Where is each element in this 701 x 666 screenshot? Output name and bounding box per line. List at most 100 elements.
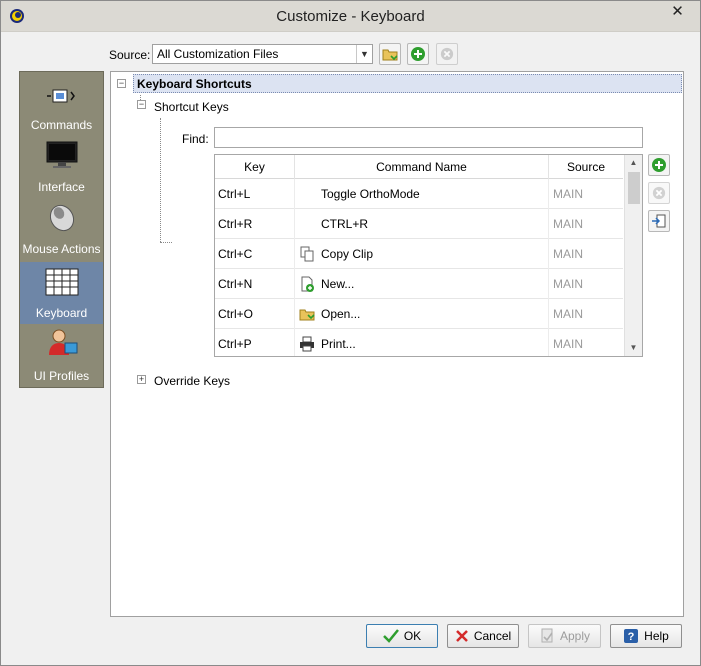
cell-command: Print... <box>295 329 549 356</box>
copy-shortcut-button[interactable] <box>648 210 670 232</box>
monitor-icon <box>46 141 78 168</box>
nav-label-keyboard: Keyboard <box>35 306 88 320</box>
cell-command-text: Print... <box>321 337 356 351</box>
source-dropdown[interactable]: All Customization Files ▼ <box>152 44 373 64</box>
table-row[interactable]: Ctrl+C Copy Clip MAIN <box>215 239 623 269</box>
table-row[interactable]: Ctrl+R CTRL+R MAIN <box>215 209 623 239</box>
cell-command: Copy Clip <box>295 239 549 269</box>
table-header: Key Command Name Source <box>215 155 623 179</box>
help-button[interactable]: ? Help <box>610 624 682 648</box>
cancel-label: Cancel <box>473 629 512 643</box>
nav-label-ui-profiles: UI Profiles <box>33 369 90 383</box>
shortcut-keys-table: Key Command Name Source Ctrl+L Toggle Or… <box>214 154 643 357</box>
cancel-x-icon <box>455 630 468 642</box>
cell-key: Ctrl+L <box>215 179 295 209</box>
cell-command: CTRL+R <box>295 209 549 239</box>
tree-node-override-keys[interactable]: Override Keys <box>154 374 230 388</box>
collapse-toggle-keyboard-shortcuts[interactable]: − <box>117 79 126 88</box>
source-label: Source: <box>109 48 151 62</box>
source-selected-value: All Customization Files <box>157 47 279 61</box>
nav-label-interface: Interface <box>38 180 85 194</box>
find-input[interactable] <box>214 127 643 148</box>
cell-command: Toggle OrthoMode <box>295 179 549 209</box>
remove-shortcut-button[interactable] <box>648 182 670 204</box>
printer-icon <box>300 336 314 352</box>
copy-icon <box>300 246 314 262</box>
collapse-toggle-shortcut-keys[interactable]: − <box>137 100 146 109</box>
cell-command-text: Copy Clip <box>321 247 374 261</box>
remove-icon <box>440 47 454 61</box>
cell-source: MAIN <box>553 307 583 321</box>
table-row[interactable]: Ctrl+L Toggle OrthoMode MAIN <box>215 179 623 209</box>
nav-label-mouse-actions: Mouse Actions <box>22 242 101 256</box>
cell-source: MAIN <box>553 247 583 261</box>
nav-item-mouse-actions[interactable]: Mouse Actions <box>20 198 103 260</box>
add-shortcut-button[interactable] <box>648 154 670 176</box>
cell-command: Open... <box>295 299 549 329</box>
open-folder-icon <box>382 49 398 61</box>
cell-key: Ctrl+O <box>215 299 295 329</box>
customize-dialog: Customize - Keyboard ✕ Source: All Custo… <box>0 0 701 666</box>
table-row[interactable]: Ctrl+P Print... MAIN <box>215 329 623 356</box>
cell-command-text: Toggle OrthoMode <box>321 187 420 201</box>
nav-item-keyboard[interactable]: Keyboard <box>20 262 103 324</box>
column-header-command-name[interactable]: Command Name <box>295 155 549 179</box>
tree-node-shortcut-keys[interactable]: Shortcut Keys <box>154 100 229 114</box>
shortcut-tree-panel: − Keyboard Shortcuts − Shortcut Keys Fin… <box>110 71 684 617</box>
expand-toggle-override-keys[interactable]: + <box>137 375 146 384</box>
cell-key: Ctrl+R <box>215 209 295 239</box>
keyboard-icon <box>45 268 79 296</box>
remove-icon <box>652 186 666 200</box>
column-header-source[interactable]: Source <box>549 155 623 179</box>
help-icon: ? <box>624 629 639 643</box>
add-icon <box>652 158 666 172</box>
close-button[interactable]: ✕ <box>661 2 694 22</box>
svg-text:?: ? <box>628 631 635 643</box>
add-icon <box>411 47 425 61</box>
table-row[interactable]: Ctrl+N New... MAIN <box>215 269 623 299</box>
open-folder-icon <box>299 309 315 321</box>
nav-label-commands: Commands <box>30 118 93 132</box>
user-profile-icon <box>49 329 78 355</box>
cell-command: New... <box>295 269 549 299</box>
tree-line <box>160 242 172 243</box>
add-source-button[interactable] <box>407 43 429 65</box>
help-label: Help <box>644 629 669 643</box>
new-file-icon <box>301 276 314 292</box>
checkmark-icon <box>382 629 399 643</box>
nav-item-commands[interactable]: Commands <box>20 74 103 136</box>
copy-to-icon <box>652 214 666 228</box>
apply-label: Apply <box>559 629 591 643</box>
cell-command-text: CTRL+R <box>321 217 369 231</box>
title-bar: Customize - Keyboard ✕ <box>1 1 700 32</box>
table-scrollbar[interactable]: ▲ ▼ <box>624 155 642 356</box>
cell-source: MAIN <box>553 337 583 351</box>
ok-button[interactable]: OK <box>366 624 438 648</box>
scroll-thumb[interactable] <box>628 172 640 204</box>
cell-source: MAIN <box>553 217 583 231</box>
cell-source: MAIN <box>553 187 583 201</box>
nav-item-interface[interactable]: Interface <box>20 136 103 198</box>
nav-item-ui-profiles[interactable]: UI Profiles <box>20 325 103 387</box>
cancel-button[interactable]: Cancel <box>447 624 519 648</box>
tree-line <box>160 118 161 242</box>
cell-command-text: Open... <box>321 307 361 321</box>
apply-button[interactable]: Apply <box>528 624 601 648</box>
mouse-icon <box>49 204 75 232</box>
cell-key: Ctrl+N <box>215 269 295 299</box>
scroll-up-icon[interactable]: ▲ <box>625 155 642 171</box>
apply-icon <box>541 628 553 643</box>
scroll-down-icon[interactable]: ▼ <box>625 340 642 356</box>
ok-label: OK <box>403 629 422 643</box>
chevron-down-icon[interactable]: ▼ <box>356 45 372 63</box>
open-source-button[interactable] <box>379 43 401 65</box>
category-nav: Commands Interface Mouse Actions Keyboar… <box>19 71 104 388</box>
cell-key: Ctrl+P <box>215 329 295 356</box>
tree-node-keyboard-shortcuts[interactable]: Keyboard Shortcuts <box>133 74 682 93</box>
cell-source: MAIN <box>553 277 583 291</box>
find-label: Find: <box>182 132 209 146</box>
column-header-key[interactable]: Key <box>215 155 295 179</box>
cell-command-text: New... <box>321 277 355 291</box>
table-row[interactable]: Ctrl+O Open... MAIN <box>215 299 623 329</box>
remove-source-button[interactable] <box>436 43 458 65</box>
